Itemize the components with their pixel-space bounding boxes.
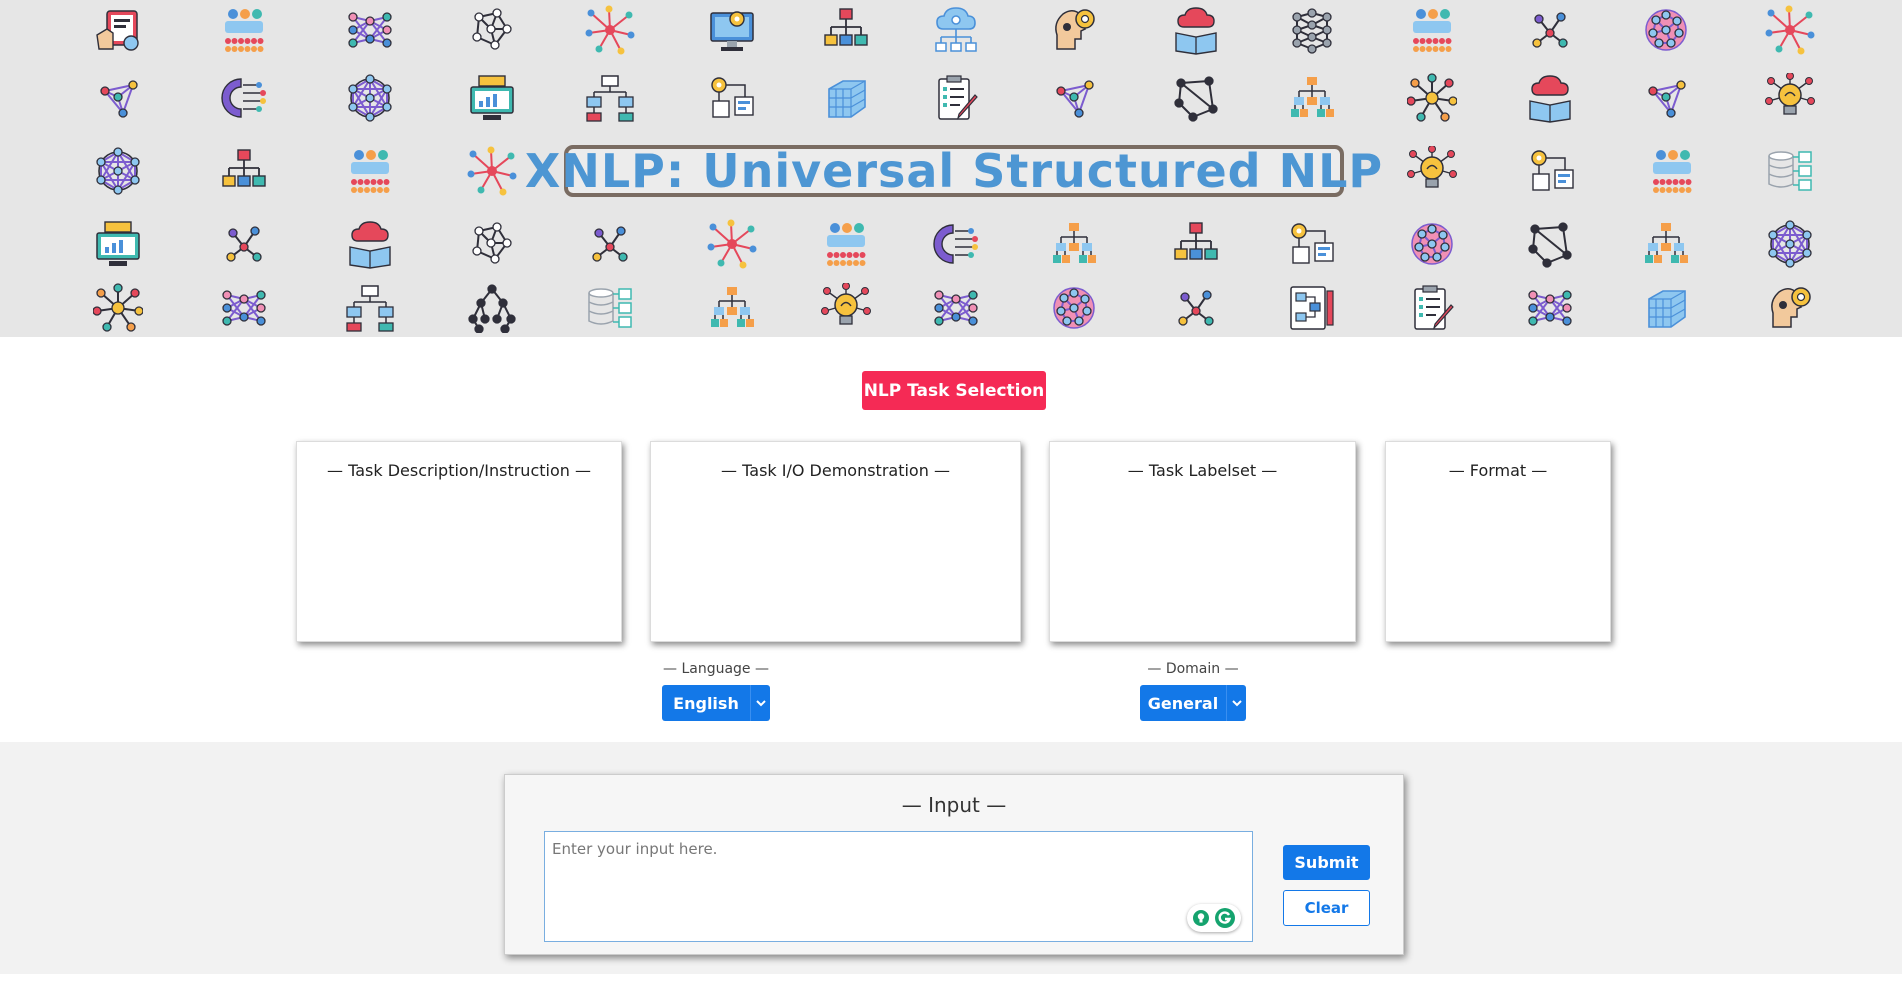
cloud-book-icon [1171,5,1221,55]
task-labelset-card: — Task Labelset — [1049,441,1356,642]
nlp-task-selection-button[interactable]: NLP Task Selection [862,371,1046,410]
polygon-network-icon [1171,73,1221,123]
neural-network-people-icon [1407,5,1457,55]
brain-icon [1407,219,1457,269]
task-description-card: — Task Description/Instruction — [296,441,622,642]
molecule-triangle-icon [1641,73,1691,123]
brain-icon [1641,5,1691,55]
cloud-book-icon [1525,73,1575,123]
tree-hierarchy-icon [1641,219,1691,269]
gear-circuit-icon [931,219,981,269]
grammarly-g-icon[interactable] [1214,907,1236,929]
clipboard-pen-icon [1407,283,1457,333]
network-graph-icon [467,219,517,269]
tree-hierarchy-icon [1049,219,1099,269]
molecule-icon [219,219,269,269]
hierarchy-icon [219,146,269,196]
gear-circuit-icon [219,73,269,123]
tree-hierarchy-icon [707,283,757,333]
neural-network-people-icon [821,219,871,269]
input-card: — Input — Submit Clear [504,774,1404,955]
dense-network-icon [1287,5,1337,55]
workflow-settings-icon [1527,146,1577,196]
neural-network-people-icon [1647,146,1697,196]
task-io-demonstration-heading: — Task I/O Demonstration — [721,461,950,480]
org-chart-icon [345,283,395,333]
molecule-icon [585,219,635,269]
domain-select[interactable]: General [1140,685,1246,721]
neural-network-icon [1525,283,1575,333]
task-io-demonstration-card: — Task I/O Demonstration — [650,441,1021,642]
format-card: — Format — [1385,441,1611,642]
hub-network-icon [93,283,143,333]
molecule-icon [1171,283,1221,333]
monitor-chart-icon [93,219,143,269]
neural-network-icon [931,283,981,333]
hierarchy-icon [821,5,871,55]
task-labelset-heading: — Task Labelset — [1127,461,1278,480]
cube-grid-icon [1641,283,1691,333]
polygon-network-icon [1525,219,1575,269]
workflow-settings-icon [707,73,757,123]
lightbulb-icon[interactable] [1192,909,1210,927]
network-graph-icon [467,5,517,55]
worker-tablet-icon [93,5,143,55]
starburst-network-icon [707,219,757,269]
title-box: XNLP: Universal Structured NLP [525,144,1382,198]
document-flow-icon [1287,283,1337,333]
domain-label: — Domain — [1147,661,1239,677]
tree-hierarchy-icon [1287,73,1337,123]
clipboard-pen-icon [931,73,981,123]
tree-graph-icon [467,283,517,333]
neural-network-people-icon [345,146,395,196]
sphere-network-icon [93,146,143,196]
starburst-network-icon [585,5,635,55]
database-blocks-icon [1765,146,1815,196]
language-label: — Language — [663,661,769,677]
submit-button[interactable]: Submit [1283,845,1370,880]
ai-head-gear-icon [1049,5,1099,55]
page-title: XNLP: Universal Structured NLP [524,144,1384,198]
domain-select-value: General [1147,693,1219,713]
format-heading: — Format — [1448,461,1548,480]
task-description-heading: — Task Description/Instruction — [327,461,591,480]
monitor-chart-icon [467,73,517,123]
neural-network-icon [345,5,395,55]
cloud-book-icon [345,219,395,269]
lightbulb-idea-icon [1765,73,1815,123]
workflow-settings-icon [1287,219,1337,269]
brain-icon [1049,283,1099,333]
sphere-network-icon [345,73,395,123]
language-select[interactable]: English [662,685,770,721]
ai-head-gear-icon [1765,283,1815,333]
clear-button[interactable]: Clear [1283,890,1370,926]
neural-network-people-icon [219,5,269,55]
input-field-wrapper [544,831,1253,942]
icon-banner: XNLP: Universal Structured NLP [0,0,1902,337]
input-heading: — Input — [901,793,1007,817]
lightbulb-idea-icon [1407,146,1457,196]
molecule-triangle-icon [1049,73,1099,123]
chevron-down-icon [1226,685,1246,721]
language-select-value: English [673,693,739,713]
hub-network-icon [1407,73,1457,123]
cloud-hierarchy-icon [931,5,981,55]
input-textarea[interactable] [545,832,1252,941]
neural-network-icon [219,283,269,333]
molecule-triangle-icon [93,73,143,123]
grammarly-widget[interactable] [1187,904,1241,932]
lightbulb-idea-icon [821,283,871,333]
hierarchy-icon [1171,219,1221,269]
computer-settings-icon [707,5,757,55]
sphere-network-icon [1765,219,1815,269]
database-blocks-icon [585,283,635,333]
cube-grid-icon [821,73,871,123]
chevron-down-icon [750,685,770,721]
starburst-network-icon [467,146,517,196]
org-chart-icon [585,73,635,123]
starburst-network-icon [1765,5,1815,55]
molecule-icon [1525,5,1575,55]
